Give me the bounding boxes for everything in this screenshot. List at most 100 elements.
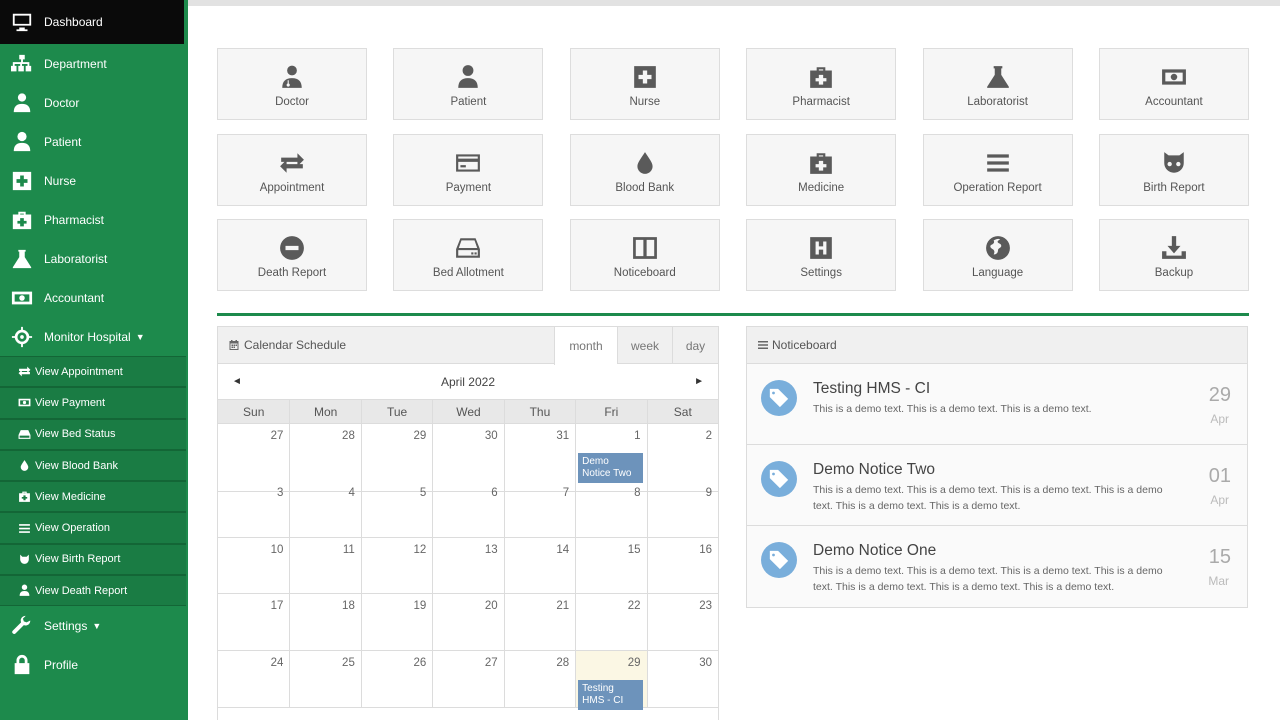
sidebar-item-patient[interactable]: Patient	[0, 122, 188, 161]
calendar-day[interactable]: 3	[218, 481, 290, 538]
tile-bed-allotment[interactable]: Bed Allotment	[393, 219, 544, 291]
notice-month: Apr	[1210, 493, 1229, 507]
calendar-day[interactable]: 20	[432, 594, 504, 652]
prev-month-button[interactable]: ◄	[232, 376, 242, 387]
sidebar-item-label: Monitor Hospital	[44, 329, 131, 344]
notice-item[interactable]: Demo Notice Two This is a demo text. Thi…	[747, 445, 1247, 526]
calendar-day[interactable]: 6	[432, 480, 504, 538]
calendar-title: Calendar Schedule	[218, 338, 346, 352]
sidebar-item-doctor[interactable]: Doctor	[0, 83, 188, 122]
calendar-day[interactable]: 14	[503, 537, 576, 595]
calendar-day[interactable]: 12	[360, 537, 433, 595]
calendar-day[interactable]: 30	[646, 651, 718, 708]
sidebar-item-dashboard[interactable]: Dashboard	[0, 0, 184, 44]
calendar-day[interactable]: 7	[503, 480, 576, 538]
day-number: 30	[699, 657, 712, 670]
calendar-day[interactable]: 13	[432, 537, 504, 595]
sidebar-item-pharmacist[interactable]: Pharmacist	[0, 200, 188, 239]
plus-square-icon	[633, 66, 656, 88]
tile-laboratorist[interactable]: Laboratorist	[922, 48, 1073, 120]
calendar-day[interactable]: 16	[646, 537, 718, 595]
tile-doctor[interactable]: Doctor	[217, 48, 367, 120]
tile-settings[interactable]: Settings	[746, 219, 897, 291]
tile-appointment[interactable]: Appointment	[217, 133, 367, 206]
notice-day: 29	[1208, 384, 1231, 406]
dow-tue: Tue	[360, 400, 432, 423]
tile-language[interactable]: Language	[922, 219, 1073, 291]
sidebar-item-nurse[interactable]: Nurse	[0, 161, 188, 200]
day-number: 20	[484, 600, 498, 613]
sidebar-subitem-label: View Birth Report	[35, 553, 121, 566]
sidebar-subitem-view-appointment[interactable]: View Appointment	[0, 356, 186, 388]
tile-label: Backup	[1154, 267, 1194, 279]
tile-noticeboard[interactable]: Noticeboard	[569, 219, 720, 291]
calendar-day[interactable]: 5	[360, 480, 433, 538]
sidebar-item-laboratorist[interactable]: Laboratorist	[0, 239, 188, 278]
sidebar-subitem-view-operation[interactable]: View Operation	[0, 512, 186, 544]
sidebar-item-settings[interactable]: Settings ▼	[0, 606, 188, 645]
calendar-day[interactable]: 28	[503, 651, 576, 708]
calendar-day[interactable]: 26	[360, 651, 433, 708]
tile-medicine[interactable]: Medicine	[746, 133, 897, 206]
calendar-event[interactable]: Demo Notice Two	[578, 453, 643, 483]
calendar-day[interactable]: 24	[218, 651, 290, 708]
top-bar	[188, 0, 1280, 6]
calendar-day-today[interactable]: 29 Testing HMS - CI	[575, 651, 647, 711]
sidebar-subitem-view-blood-bank[interactable]: View Blood Bank	[0, 449, 186, 482]
tile-backup[interactable]: Backup	[1098, 219, 1249, 291]
tab-month[interactable]: month	[554, 327, 617, 365]
calendar-day[interactable]: 21	[503, 594, 576, 652]
calendar-day[interactable]: 22	[575, 594, 647, 652]
sidebar-subitem-view-payment[interactable]: View Payment	[0, 387, 186, 419]
calendar-day[interactable]: 25	[289, 651, 361, 708]
calendar-day[interactable]: 19	[360, 594, 433, 652]
tile-operation-report[interactable]: Operation Report	[922, 133, 1073, 206]
h-square-icon	[810, 237, 833, 259]
calendar-day[interactable]: 8	[575, 480, 647, 538]
flask-icon	[986, 66, 1009, 88]
sidebar-subitem-view-birth-report[interactable]: View Birth Report	[0, 543, 186, 576]
tile-birth-report[interactable]: Birth Report	[1098, 133, 1249, 206]
calendar-event[interactable]: Testing HMS - CI	[578, 680, 643, 711]
tab-week[interactable]: week	[617, 327, 672, 364]
calendar-day[interactable]: 23	[646, 594, 718, 652]
calendar-day[interactable]: 15	[575, 537, 647, 595]
next-month-button[interactable]: ►	[694, 376, 704, 387]
tile-death-report[interactable]: Death Report	[217, 219, 367, 291]
sidebar-item-label: Settings	[44, 618, 88, 633]
day-number: 21	[556, 600, 570, 613]
day-number: 17	[270, 600, 284, 613]
tab-day[interactable]: day	[672, 327, 718, 364]
sidebar-subitem-view-bed-status[interactable]: View Bed Status	[0, 418, 186, 450]
calendar-day[interactable]: 11	[289, 537, 361, 595]
sidebar-subitem-view-medicine[interactable]: View Medicine	[0, 481, 186, 513]
tile-label: Settings	[800, 267, 842, 279]
tile-blood-bank[interactable]: Blood Bank	[569, 133, 720, 206]
tile-patient[interactable]: Patient	[393, 48, 544, 120]
tile-accountant[interactable]: Accountant	[1098, 48, 1249, 120]
tile-label: Birth Report	[1143, 181, 1205, 194]
divider	[217, 313, 1249, 316]
notice-item[interactable]: Testing HMS - CI This is a demo text. Th…	[747, 364, 1247, 445]
sidebar-item-department[interactable]: Department	[0, 44, 188, 83]
sidebar-item-monitor-hospital[interactable]: Monitor Hospital ▼	[0, 317, 188, 356]
calendar-day[interactable]: 4	[289, 480, 361, 538]
notice-item[interactable]: Demo Notice One This is a demo text. Thi…	[747, 526, 1247, 607]
calendar-day[interactable]: 10	[218, 538, 290, 595]
tile-pharmacist[interactable]: Pharmacist	[746, 48, 897, 120]
hdd-icon	[18, 429, 31, 439]
tile-nurse[interactable]: Nurse	[569, 48, 720, 120]
calendar-day[interactable]: 9	[646, 480, 718, 538]
month-label: April 2022	[440, 374, 496, 389]
calendar-day[interactable]: 17	[218, 594, 290, 652]
sidebar-subitem-view-death-report[interactable]: View Death Report	[0, 575, 186, 607]
sidebar-subitem-label: View Bed Status	[35, 428, 116, 441]
sidebar-item-profile[interactable]: Profile	[0, 645, 188, 684]
list-icon	[19, 523, 30, 533]
calendar-day[interactable]: 27	[432, 651, 504, 708]
tile-payment[interactable]: Payment	[393, 133, 544, 206]
list-icon	[986, 153, 1009, 172]
calendar-day[interactable]: 18	[289, 594, 361, 652]
sidebar-item-accountant[interactable]: Accountant	[0, 278, 188, 317]
day-number: 25	[342, 657, 355, 670]
